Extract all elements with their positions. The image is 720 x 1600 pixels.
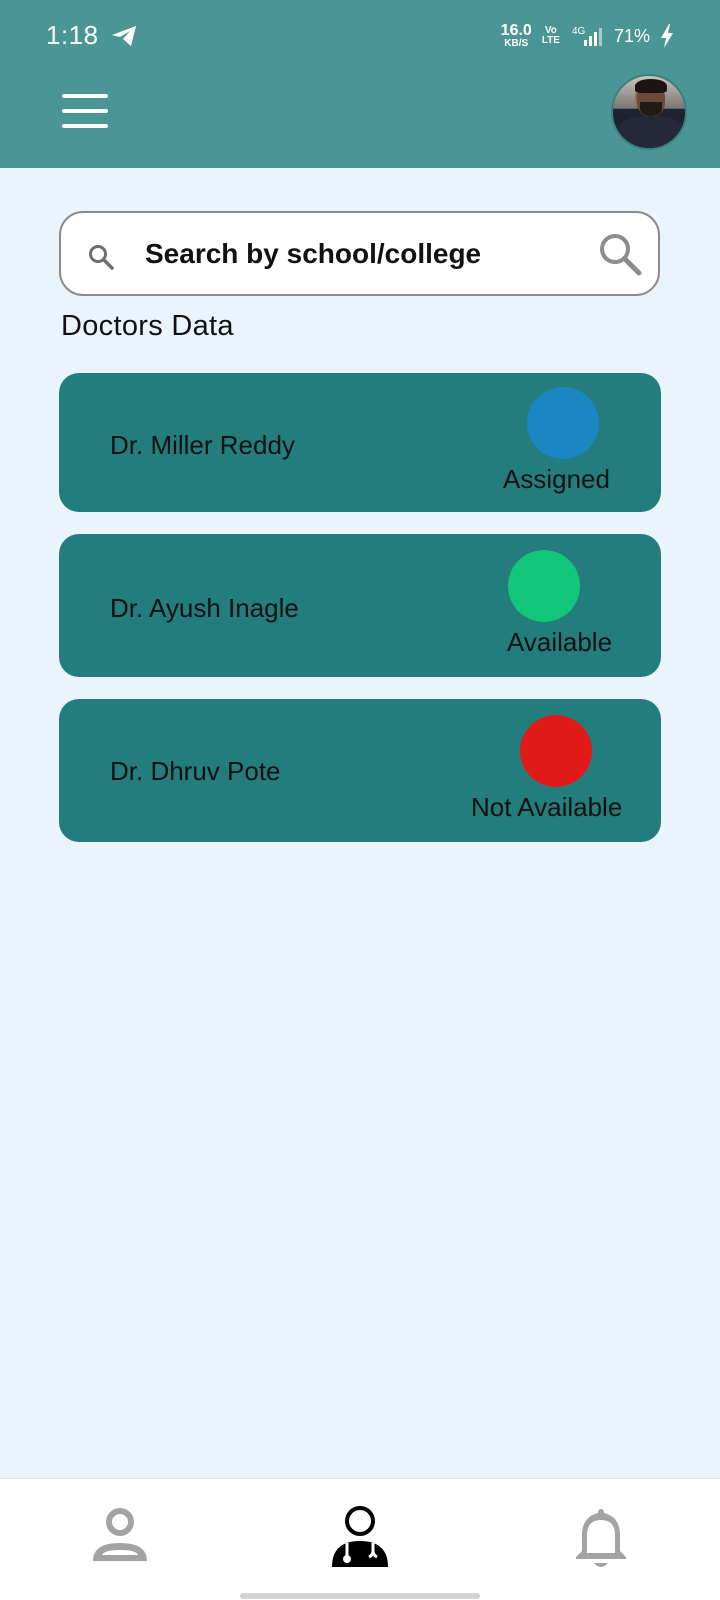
- volte-indicator: Vo LTE: [541, 25, 560, 46]
- status-label: Available: [507, 627, 613, 657]
- battery-level: 71%: [613, 25, 650, 46]
- doctor-card[interactable]: Dr. Miller Reddy Assigned: [59, 373, 661, 512]
- svg-text:4G: 4G: [572, 26, 586, 37]
- bottom-navigation: [0, 1478, 720, 1600]
- bell-icon[interactable]: [566, 1505, 636, 1571]
- search-input[interactable]: [145, 213, 565, 294]
- signal-icon: 4G: [572, 26, 602, 46]
- status-label: Not Available: [471, 792, 623, 822]
- search-button-icon[interactable]: [597, 231, 643, 277]
- status-bar: 1:18 16.0 KB/S Vo LTE 4G 71%: [0, 0, 720, 72]
- status-dot: [527, 387, 599, 459]
- avatar[interactable]: [611, 74, 687, 150]
- status-indicators: 16.0 KB/S Vo LTE 4G 71%: [501, 20, 674, 52]
- doctor-card[interactable]: Dr. Dhruv Pote Not Available: [59, 699, 661, 842]
- status-time: 1:18: [46, 20, 99, 50]
- doctor-name: Dr. Dhruv Pote: [110, 756, 281, 786]
- search-bar: [59, 211, 660, 296]
- home-indicator: [240, 1593, 480, 1599]
- menu-icon[interactable]: [62, 94, 108, 128]
- status-label: Assigned: [503, 464, 610, 494]
- doctor-card[interactable]: Dr. Ayush Inagle Available: [59, 534, 661, 677]
- person-icon[interactable]: [85, 1505, 155, 1571]
- doctor-icon[interactable]: [325, 1505, 395, 1571]
- doctor-name: Dr. Ayush Inagle: [110, 593, 299, 623]
- search-icon: [89, 245, 114, 270]
- status-dot: [520, 715, 592, 787]
- app-header: 1:18 16.0 KB/S Vo LTE 4G 71%: [0, 0, 720, 168]
- status-dot: [508, 550, 580, 622]
- telegram-icon: [112, 26, 136, 46]
- network-speed: 16.0 KB/S: [500, 22, 532, 49]
- section-title: Doctors Data: [61, 310, 234, 342]
- charging-icon: [661, 24, 673, 48]
- doctor-name: Dr. Miller Reddy: [110, 430, 295, 460]
